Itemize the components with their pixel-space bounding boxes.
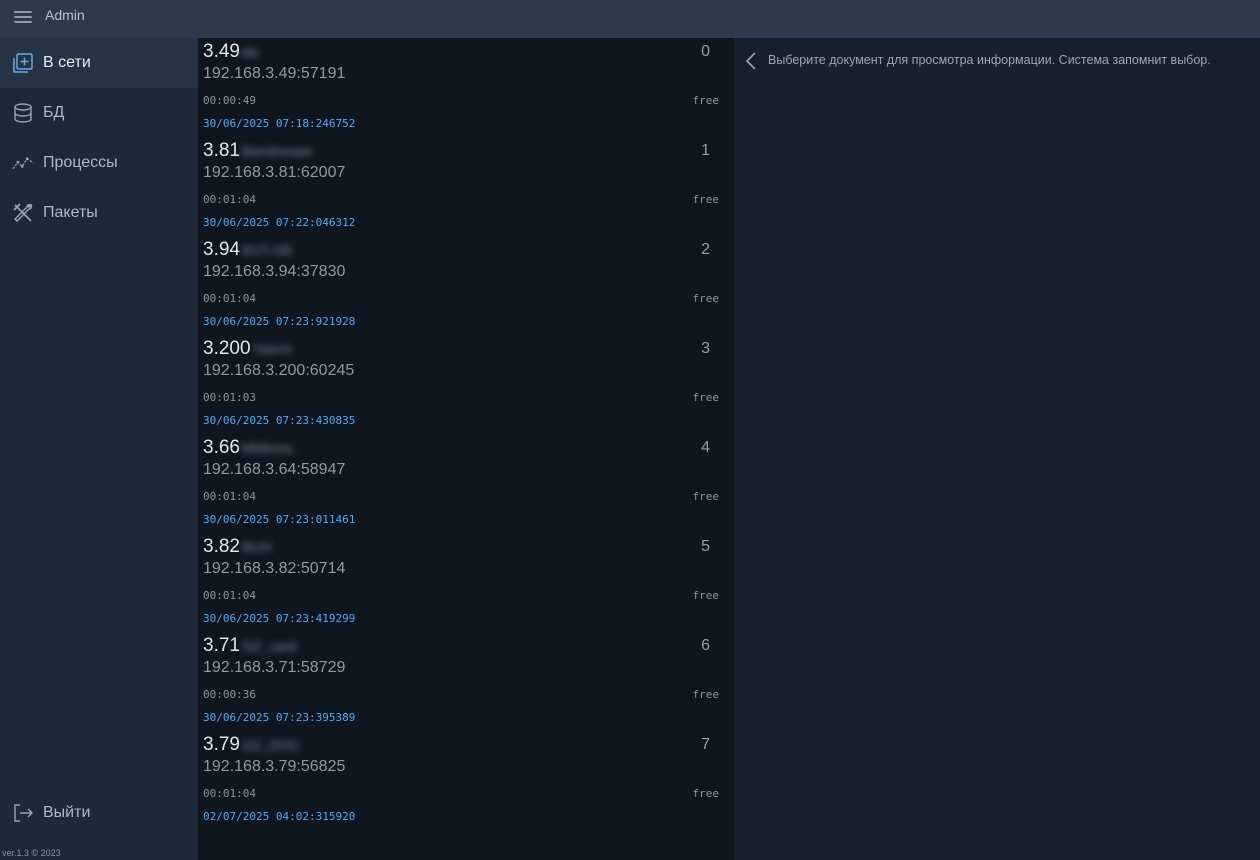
session-index: 1 — [701, 142, 710, 159]
hamburger-icon[interactable] — [14, 11, 32, 25]
session-timestamp: 30/06/2025 07:23:430835 — [203, 414, 356, 427]
session-state: free — [692, 292, 720, 305]
version-text: ver.1.3 © 2023 — [2, 848, 61, 858]
session-duration: 00:01:04 — [203, 292, 256, 305]
list-item[interactable]: 3.94 BVT-GE 192.168.3.94:37830 00:01:04 … — [198, 236, 734, 335]
host-name: Ido — [240, 44, 260, 60]
logout-label: Выйти — [43, 804, 91, 821]
host-name: Bandresaw — [242, 143, 313, 159]
sidebar-item-label: Процессы — [43, 154, 118, 171]
session-duration: 00:01:04 — [203, 193, 256, 206]
list-item[interactable]: 3.200 Gierm 192.168.3.200:60245 00:01:03… — [198, 335, 734, 434]
host-short: 3.200 — [203, 338, 251, 359]
host-short: 3.81 — [203, 140, 240, 161]
empty-state-hint: Выберите документ для просмотра информац… — [768, 53, 1211, 67]
host-address: 192.168.3.81:62007 — [203, 164, 346, 181]
session-index: 3 — [701, 340, 710, 357]
session-index: 2 — [701, 241, 710, 258]
host-address: 192.168.3.94:37830 — [203, 263, 346, 280]
session-state: free — [692, 193, 720, 206]
session-index: 4 — [701, 439, 710, 456]
session-index: 0 — [701, 43, 710, 60]
session-state: free — [692, 688, 720, 701]
chevron-left-icon[interactable] — [744, 51, 758, 71]
session-duration: 00:00:49 — [203, 94, 256, 107]
host-address: 192.168.3.49:57191 — [203, 65, 346, 82]
session-timestamp: 30/06/2025 07:23:011461 — [203, 513, 356, 526]
list-item[interactable]: 3.66 MkBosa 192.168.3.64:58947 00:01:04 … — [198, 434, 734, 533]
session-index: 5 — [701, 538, 710, 555]
list-item[interactable]: 3.81 Bandresaw 192.168.3.81:62007 00:01:… — [198, 137, 734, 236]
sidebar-item-db[interactable]: БД — [0, 88, 198, 138]
session-timestamp: 30/06/2025 07:18:246752 — [203, 117, 356, 130]
session-timestamp: 30/06/2025 07:22:046312 — [203, 216, 356, 229]
host-short: 3.71 — [203, 635, 240, 656]
host-address: 192.168.3.71:58729 — [203, 659, 346, 676]
host-short: 3.49 — [203, 41, 240, 62]
session-index: 7 — [701, 736, 710, 753]
session-timestamp: 30/06/2025 07:23:921928 — [203, 315, 356, 328]
list-item[interactable]: 3.79 GZ_DOC 192.168.3.79:56825 00:01:04 … — [198, 731, 734, 830]
host-name: BUH — [242, 539, 272, 555]
session-state: free — [692, 589, 720, 602]
host-short: 3.94 — [203, 239, 240, 260]
session-list: 3.49 Ido 192.168.3.49:57191 00:00:49 30/… — [198, 38, 734, 860]
host-name: MkBosa — [242, 440, 293, 456]
host-name: Gierm — [254, 341, 293, 357]
database-icon — [12, 102, 34, 124]
host-short: 3.79 — [203, 734, 240, 755]
sidebar-item-packages[interactable]: Пакеты — [0, 188, 198, 238]
session-index: 6 — [701, 637, 710, 654]
detail-panel: Выберите документ для просмотра информац… — [734, 38, 1260, 860]
session-duration: 00:01:03 — [203, 391, 256, 404]
host-name: BVT-GE — [242, 242, 294, 258]
logout-icon — [12, 802, 34, 824]
session-state: free — [692, 490, 720, 503]
add-box-icon — [12, 52, 34, 74]
app-title: Admin — [45, 7, 85, 23]
session-state: free — [692, 391, 720, 404]
sidebar-item-label: БД — [43, 104, 65, 121]
host-address: 192.168.3.64:58947 — [203, 461, 346, 478]
sidebar-item-processes[interactable]: Процессы — [0, 138, 198, 188]
sidebar-item-online[interactable]: В сети — [0, 38, 198, 88]
host-address: 192.168.3.200:60245 — [203, 362, 355, 379]
logout-button[interactable]: Выйти — [0, 788, 198, 838]
session-duration: 00:01:04 — [203, 490, 256, 503]
sidebar: В сети БД Процессы Пакеты Выйти ver.1.3 … — [0, 38, 198, 860]
session-state: free — [692, 94, 720, 107]
host-name: GZ_card — [242, 638, 297, 654]
session-timestamp: 30/06/2025 07:23:419299 — [203, 612, 356, 625]
session-timestamp: 30/06/2025 07:23:395389 — [203, 711, 356, 724]
list-item[interactable]: 3.71 GZ_card 192.168.3.71:58729 00:00:36… — [198, 632, 734, 731]
sidebar-item-label: Пакеты — [43, 204, 98, 221]
host-short: 3.66 — [203, 437, 240, 458]
top-bar: Admin — [0, 0, 1260, 38]
sidebar-item-label: В сети — [43, 54, 91, 71]
session-duration: 00:01:04 — [203, 787, 256, 800]
host-address: 192.168.3.79:56825 — [203, 758, 346, 775]
tools-icon — [12, 202, 34, 224]
host-address: 192.168.3.82:50714 — [203, 560, 346, 577]
list-item[interactable]: 3.82 BUH 192.168.3.82:50714 00:01:04 30/… — [198, 533, 734, 632]
list-item[interactable]: 3.49 Ido 192.168.3.49:57191 00:00:49 30/… — [198, 38, 734, 137]
chart-line-icon — [12, 152, 34, 174]
session-state: free — [692, 787, 720, 800]
host-name: GZ_DOC — [242, 737, 301, 753]
session-timestamp: 02/07/2025 04:02:315920 — [203, 810, 356, 823]
session-duration: 00:01:04 — [203, 589, 256, 602]
session-duration: 00:00:36 — [203, 688, 256, 701]
host-short: 3.82 — [203, 536, 240, 557]
